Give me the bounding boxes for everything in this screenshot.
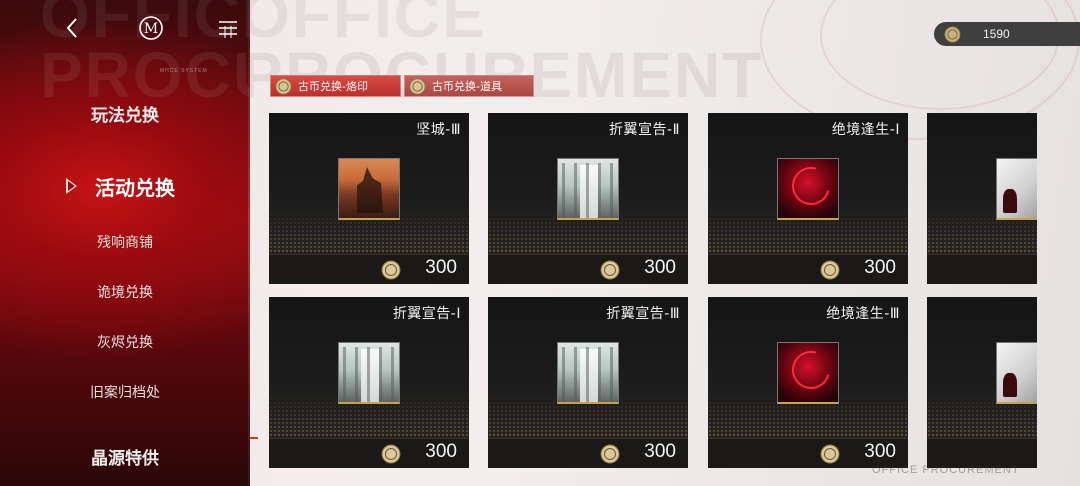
price-bar: 300 xyxy=(269,254,469,284)
logo-button[interactable]: M xyxy=(137,14,165,42)
system-tag: MHCE SYSTEM xyxy=(160,68,208,74)
currency-display: 1590 xyxy=(934,22,1080,46)
card-title: 折翼宣告-Ⅱ xyxy=(609,122,680,138)
shop-card[interactable]: 绝境逢生-Ⅰ 300 xyxy=(708,113,908,284)
accent-line xyxy=(250,437,258,439)
card-price: 300 xyxy=(425,257,457,278)
back-button[interactable] xyxy=(58,14,86,42)
tab-coin-exchange-items[interactable]: 古币兑换-道具 xyxy=(404,75,534,97)
coin-icon xyxy=(381,444,401,464)
coin-icon xyxy=(944,25,961,43)
coin-icon xyxy=(820,260,840,280)
watermark-office-right: OFFICE xyxy=(240,0,487,51)
chevron-left-icon xyxy=(66,18,77,38)
coin-icon xyxy=(600,444,620,464)
card-title: 坚城-Ⅲ xyxy=(416,122,461,138)
card-price: 300 xyxy=(644,257,676,278)
seal-decoration-inner xyxy=(820,0,1060,110)
shop-card-partial[interactable] xyxy=(927,297,1037,468)
card-title: 折翼宣告-Ⅲ xyxy=(606,306,680,322)
item-thumbnail xyxy=(338,158,400,220)
shop-card[interactable]: 折翼宣告-Ⅱ 300 xyxy=(488,113,688,284)
item-thumbnail xyxy=(777,158,839,220)
nav-item-strange-exchange[interactable]: 诡境兑换 xyxy=(0,282,250,302)
item-thumbnail xyxy=(996,342,1037,404)
nav-item-event-exchange[interactable]: 活动兑换 xyxy=(10,172,250,201)
card-price: 300 xyxy=(644,441,676,462)
card-title: 折翼宣告-Ⅰ xyxy=(392,306,461,322)
menu-icon xyxy=(219,21,237,38)
coin-icon xyxy=(820,444,840,464)
coin-icon xyxy=(600,260,620,280)
card-title: 绝境逢生-Ⅲ xyxy=(826,306,900,322)
price-bar xyxy=(927,254,1037,284)
price-bar: 300 xyxy=(269,438,469,468)
coin-icon xyxy=(275,77,292,95)
item-thumbnail xyxy=(557,158,619,220)
coin-icon xyxy=(409,77,426,95)
coin-icon xyxy=(381,260,401,280)
shop-card[interactable]: 折翼宣告-Ⅲ 300 xyxy=(488,297,688,468)
item-thumbnail xyxy=(777,342,839,404)
tab-coin-exchange-brand[interactable]: 古币兑换-烙印 xyxy=(270,75,401,97)
item-thumbnail xyxy=(338,342,400,404)
sidebar: OFFICE PROCUREMENT MHCE SYSTEM M 玩法兑换 活动… xyxy=(0,0,250,486)
tab-label: 古币兑换-烙印 xyxy=(298,80,368,93)
footer-watermark: OFFICE PROCUREMENT xyxy=(872,464,1020,476)
shop-card[interactable]: 绝境逢生-Ⅲ 300 xyxy=(708,297,908,468)
card-title: 绝境逢生-Ⅰ xyxy=(831,122,900,138)
price-bar: 300 xyxy=(488,438,688,468)
shop-card[interactable]: 折翼宣告-Ⅰ 300 xyxy=(269,297,469,468)
menu-button[interactable] xyxy=(214,14,242,42)
item-thumbnail xyxy=(557,342,619,404)
shop-card-partial[interactable] xyxy=(927,113,1037,284)
nav-item-case-archive[interactable]: 旧案归档处 xyxy=(0,382,250,402)
svg-text:M: M xyxy=(144,21,158,37)
card-price: 300 xyxy=(864,441,896,462)
logo-icon: M xyxy=(139,16,163,40)
price-bar: 300 xyxy=(488,254,688,284)
nav-header-crystal-supply[interactable]: 晶源特供 xyxy=(0,444,250,469)
card-price: 300 xyxy=(864,257,896,278)
nav-header-gameplay-exchange[interactable]: 玩法兑换 xyxy=(0,101,250,126)
price-bar: 300 xyxy=(708,254,908,284)
nav-item-echo-shop[interactable]: 残响商铺 xyxy=(0,232,250,252)
nav-item-ash-exchange[interactable]: 灰烬兑换 xyxy=(0,332,250,352)
tab-label: 古币兑换-道具 xyxy=(432,80,502,93)
card-price: 300 xyxy=(425,441,457,462)
shop-card[interactable]: 坚城-Ⅲ 300 xyxy=(269,113,469,284)
currency-amount: 1590 xyxy=(983,27,1010,41)
item-thumbnail xyxy=(996,158,1037,220)
